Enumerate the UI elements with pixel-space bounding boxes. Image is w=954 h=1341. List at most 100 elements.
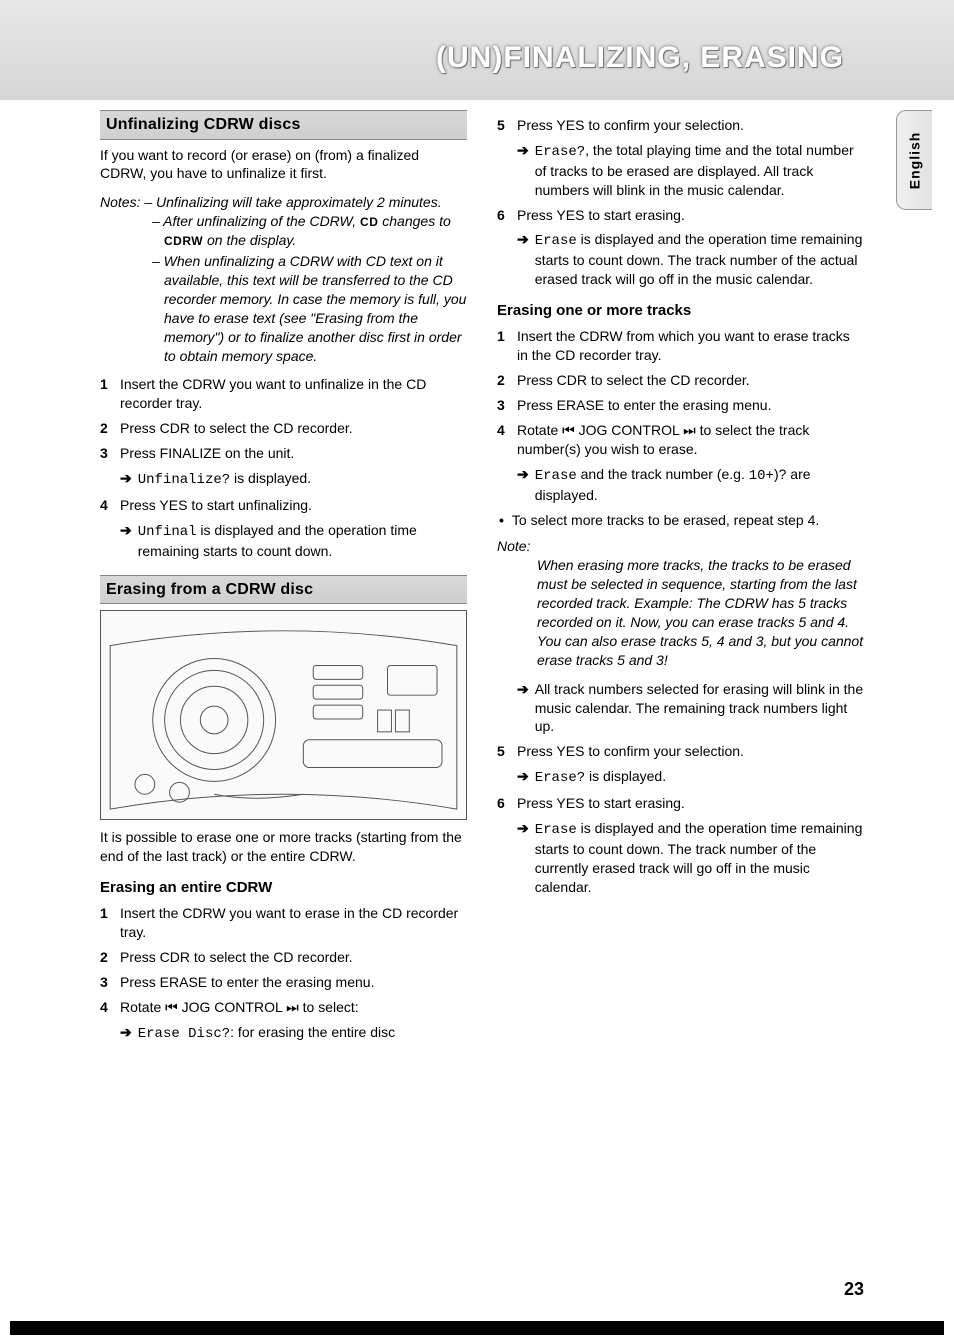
text: Rotate: [120, 999, 165, 1015]
step-text: Press CDR to select the CD recorder.: [120, 948, 353, 967]
section-heading-unfinalizing: Unfinalizing CDRW discs: [100, 110, 467, 140]
step-text: Press FINALIZE on the unit.: [120, 444, 294, 463]
arrow-right-icon: ➔: [517, 680, 529, 737]
step-4: 4 Rotate ⏮ JOG CONTROL ⏭ to select:: [100, 998, 467, 1017]
right-column: 5Press YES to confirm your selection. ➔ E…: [497, 110, 864, 1043]
text: Rotate: [517, 422, 562, 438]
step-text: Press ERASE to enter the erasing menu.: [120, 973, 374, 992]
step-text: Insert the CDRW you want to erase in the…: [120, 904, 467, 942]
display-cd-icon: CD: [360, 215, 378, 229]
step-1: 1Insert the CDRW you want to erase in th…: [100, 904, 467, 942]
step-4-result: ➔ Erase Disc?: for erasing the entire dis…: [120, 1023, 467, 1044]
display-text: Erase: [535, 468, 577, 484]
display-text: Erase?: [535, 770, 585, 786]
step-text: Press CDR to select the CD recorder.: [517, 371, 750, 390]
subheading-erase-entire: Erasing an entire CDRW: [100, 878, 467, 898]
note-text: on the display.: [203, 232, 296, 248]
step-1: 1Insert the CDRW from which you want to …: [497, 327, 864, 365]
arrow-right-icon: ➔: [517, 141, 529, 200]
result-text: and the track number (e.g.: [577, 466, 749, 482]
step-5: 5Press YES to confirm your selection.: [497, 116, 864, 135]
step-text: Press YES to confirm your selection.: [517, 742, 744, 761]
display-text: Unfinal: [138, 524, 197, 540]
step-text: Press YES to start erasing.: [517, 794, 685, 813]
arrow-right-icon: ➔: [120, 1023, 132, 1044]
step-3: 3Press ERASE to enter the erasing menu.: [100, 973, 467, 992]
arrow-right-icon: ➔: [517, 819, 529, 897]
text: to select:: [299, 999, 359, 1015]
step-2: 2Press CDR to select the CD recorder.: [497, 371, 864, 390]
language-tab-label: English: [905, 131, 924, 189]
step-3: 3Press FINALIZE on the unit.: [100, 444, 467, 463]
note-label: Note:: [497, 538, 530, 554]
display-text: 10+: [749, 468, 774, 484]
bullet-text: To select more tracks to be erased, repe…: [512, 511, 819, 530]
device-illustration-svg: [101, 611, 466, 819]
step-5-result: ➔Erase?, the total playing time and the …: [517, 141, 864, 200]
step-text: Rotate ⏮ JOG CONTROL ⏭ to select the tra…: [517, 421, 864, 459]
arrow-right-icon: ➔: [517, 465, 529, 505]
text: JOG CONTROL: [178, 999, 286, 1015]
skip-next-icon: ⏭: [286, 999, 299, 1015]
result-text: is displayed.: [585, 768, 666, 784]
step-4-result: ➔Unfinal is displayed and the operation …: [120, 521, 467, 561]
left-column: Unfinalizing CDRW discs If you want to r…: [100, 110, 467, 1043]
step-text: Press YES to start unfinalizing.: [120, 496, 312, 515]
arrow-right-icon: ➔: [120, 469, 132, 490]
step-2: 2Press CDR to select the CD recorder.: [100, 419, 467, 438]
display-text: Erase?: [535, 144, 585, 160]
step-text: Press CDR to select the CD recorder.: [120, 419, 353, 438]
note-block: Note: When erasing more tracks, the trac…: [497, 537, 864, 669]
note-text: – After unfinalizing of the CDRW,: [152, 213, 360, 229]
display-text: Erase: [535, 233, 577, 249]
step-3: 3Press ERASE to enter the erasing menu.: [497, 396, 864, 415]
skip-prev-icon: ⏮: [165, 999, 178, 1015]
device-illustration: [100, 610, 467, 820]
note-text: changes to: [378, 213, 450, 229]
step-5-result: ➔ Erase? is displayed.: [517, 767, 864, 788]
language-tab: English: [896, 110, 932, 210]
note-text: When erasing more tracks, the tracks to …: [497, 556, 864, 669]
bottom-bar: [10, 1321, 944, 1335]
page-number: 23: [844, 1277, 864, 1301]
display-cdrw-icon: CDRW: [164, 234, 203, 248]
step-text: Insert the CDRW from which you want to e…: [517, 327, 864, 365]
notes-label: Notes:: [100, 194, 140, 210]
erasing-intro: It is possible to erase one or more trac…: [100, 828, 467, 866]
step-6: 6Press YES to start erasing.: [497, 794, 864, 813]
text: JOG CONTROL: [575, 422, 683, 438]
result-text: All track numbers selected for erasing w…: [535, 680, 864, 737]
step-text: Press YES to start erasing.: [517, 206, 685, 225]
result-text: : for erasing the entire disc: [230, 1024, 395, 1040]
display-text: Erase Disc?: [138, 1026, 230, 1042]
step-1: 1Insert the CDRW you want to unfinalize …: [100, 375, 467, 413]
skip-prev-icon: ⏮: [562, 422, 575, 438]
step-text: Press YES to confirm your selection.: [517, 116, 744, 135]
section-heading-erasing: Erasing from a CDRW disc: [100, 575, 467, 605]
step-6-result: ➔ Erase is displayed and the operation ti…: [517, 819, 864, 897]
step-text: Rotate ⏮ JOG CONTROL ⏭ to select:: [120, 998, 359, 1017]
step-4-result: ➔Erase and the track number (e.g. 10+)? …: [517, 465, 864, 505]
step-5: 5Press YES to confirm your selection.: [497, 742, 864, 761]
note-item: – After unfinalizing of the CDRW, CD cha…: [100, 212, 467, 250]
step-text: Insert the CDRW you want to unfinalize i…: [120, 375, 467, 413]
skip-next-icon: ⏭: [683, 422, 696, 438]
result-text: is displayed and the operation time rema…: [535, 820, 863, 895]
bullet-dot-icon: [499, 511, 504, 530]
arrow-right-icon: ➔: [517, 230, 529, 289]
arrow-right-icon: ➔: [120, 521, 132, 561]
arrow-right-icon: ➔: [517, 767, 529, 788]
notes-block: Notes: – Unfinalizing will take approxim…: [100, 193, 467, 365]
result-text: is displayed.: [230, 470, 311, 486]
page-title: (UN)FINALIZING, ERASING: [436, 38, 844, 79]
display-text: Unfinalize?: [138, 472, 230, 488]
note-item: – Unfinalizing will take approximately 2…: [144, 194, 441, 210]
step-2: 2Press CDR to select the CD recorder.: [100, 948, 467, 967]
step-4: 4 Rotate ⏮ JOG CONTROL ⏭ to select the t…: [497, 421, 864, 459]
step-3-result: ➔ Unfinalize? is displayed.: [120, 469, 467, 490]
intro-text: If you want to record (or erase) on (fro…: [100, 146, 467, 184]
step-6: 6Press YES to start erasing.: [497, 206, 864, 225]
subheading-erase-tracks: Erasing one or more tracks: [497, 301, 864, 321]
step-4: 4Press YES to start unfinalizing.: [100, 496, 467, 515]
display-text: Erase: [535, 822, 577, 838]
